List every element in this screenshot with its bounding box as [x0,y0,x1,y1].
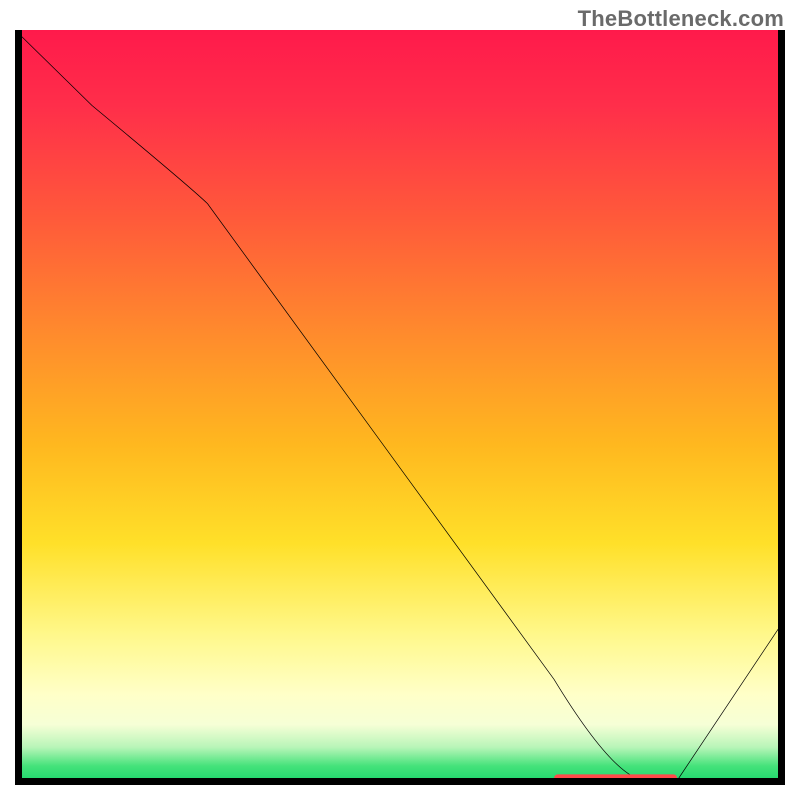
plot-area [15,30,785,785]
axis-left [15,30,22,785]
watermark-text: TheBottleneck.com [578,6,784,32]
axis-right [778,30,785,785]
axis-bottom [15,778,785,785]
chart-overlay [15,30,785,785]
chart-canvas: TheBottleneck.com [0,0,800,800]
series-curve [15,30,785,780]
